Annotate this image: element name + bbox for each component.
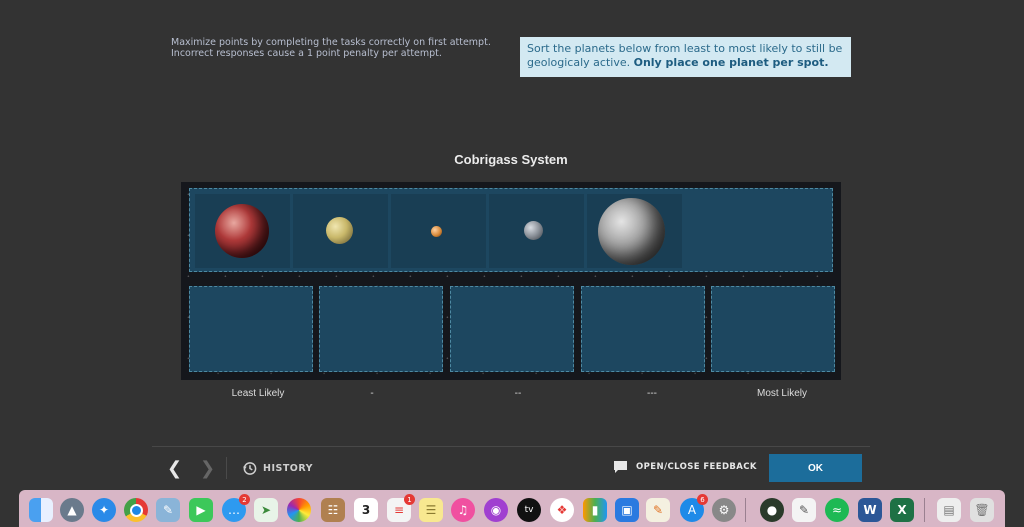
- game-app-icon[interactable]: ●: [760, 498, 784, 522]
- back-arrow-icon[interactable]: ❮: [167, 458, 182, 479]
- comment-icon: [614, 461, 627, 473]
- system-title: Cobrigass System: [454, 152, 568, 167]
- tv-label: tv: [524, 505, 534, 515]
- chrome-icon[interactable]: [124, 498, 148, 522]
- spotify-icon[interactable]: ≈: [825, 498, 849, 522]
- launchpad-icon[interactable]: ▲: [60, 498, 84, 522]
- safari-icon[interactable]: ✦: [92, 498, 116, 522]
- slot-label-4: ---: [647, 388, 657, 399]
- prompt-emphasis: Only place one planet per spot.: [633, 56, 829, 69]
- downloads-stack-icon[interactable]: ▤: [937, 498, 961, 522]
- ok-button[interactable]: OK: [769, 454, 862, 482]
- system-preferences-icon[interactable]: ⚙: [712, 498, 736, 522]
- calendar-icon[interactable]: 3: [354, 498, 378, 522]
- notes-icon[interactable]: ☰: [419, 498, 443, 522]
- app-store-icon[interactable]: A6: [680, 494, 708, 522]
- drop-slot-1[interactable]: [189, 286, 313, 372]
- messages-icon[interactable]: … 2: [222, 494, 250, 522]
- history-icon: [242, 462, 257, 475]
- instructions-line-1: Maximize points by completing the tasks …: [171, 37, 491, 48]
- instructions-text: Maximize points by completing the tasks …: [171, 37, 501, 59]
- nav-divider: [226, 457, 227, 479]
- reminders-badge: 1: [404, 494, 415, 505]
- instructions-line-2: Incorrect responses cause a 1 point pena…: [171, 48, 442, 59]
- textedit-icon[interactable]: ✎: [792, 498, 816, 522]
- photos-icon[interactable]: [287, 498, 311, 522]
- finder-icon[interactable]: [29, 498, 53, 522]
- drop-slot-4[interactable]: [581, 286, 705, 372]
- planet-grey-large[interactable]: [598, 198, 665, 265]
- slot-label-1: Least Likely: [231, 388, 285, 399]
- preview-icon[interactable]: ✎: [156, 498, 180, 522]
- keynote-icon[interactable]: ▣: [615, 498, 639, 522]
- numbers-icon[interactable]: ▮: [583, 498, 607, 522]
- messages-badge: 2: [239, 494, 250, 505]
- history-label: HISTORY: [263, 463, 314, 474]
- sorting-board: [181, 182, 841, 380]
- trash-icon[interactable]: 🗑: [970, 498, 994, 522]
- apple-tv-icon[interactable]: tv: [517, 498, 541, 522]
- footer-divider: [152, 446, 870, 447]
- appstore-badge: 6: [697, 494, 708, 505]
- dock-separator: [745, 498, 746, 522]
- podcasts-icon[interactable]: ◉: [484, 498, 508, 522]
- calendar-day: 3: [361, 503, 371, 517]
- drop-slot-3[interactable]: [450, 286, 574, 372]
- feedback-toggle-button[interactable]: OPEN/CLOSE FEEDBACK: [613, 460, 757, 474]
- drop-slot-5[interactable]: [711, 286, 835, 372]
- word-icon[interactable]: W: [858, 498, 882, 522]
- pages-icon[interactable]: ✎: [646, 498, 670, 522]
- contacts-icon[interactable]: ☷: [321, 498, 345, 522]
- planet-tray: [189, 188, 833, 272]
- drop-slot-2[interactable]: [319, 286, 443, 372]
- excel-icon[interactable]: X: [890, 498, 914, 522]
- slot-label-2: -: [370, 388, 374, 399]
- facetime-icon[interactable]: ▶: [189, 498, 213, 522]
- macos-dock: ▲ ✦ ✎ ▶ … 2 ➤ ☷ 3 ≡ 1 ☰ ♫ ◉ tv ❖ ▮ ▣ ✎ A6 …: [19, 490, 1005, 527]
- slot-label-5: Most Likely: [756, 388, 807, 399]
- history-button[interactable]: HISTORY: [242, 461, 313, 476]
- news-icon[interactable]: ❖: [550, 498, 574, 522]
- planet-yellow[interactable]: [326, 217, 353, 244]
- maps-icon[interactable]: ➤: [254, 498, 278, 522]
- dock-separator: [924, 498, 925, 522]
- forward-arrow-icon[interactable]: ❯: [200, 458, 215, 479]
- planet-grey-small[interactable]: [524, 221, 543, 240]
- task-prompt: Sort the planets below from least to mos…: [520, 37, 851, 77]
- feedback-label: OPEN/CLOSE FEEDBACK: [636, 462, 757, 472]
- music-icon[interactable]: ♫: [451, 498, 475, 522]
- reminders-icon[interactable]: ≡ 1: [387, 494, 415, 522]
- planet-orange-small[interactable]: [431, 226, 442, 237]
- slot-label-3: --: [514, 388, 522, 399]
- planet-red-banded[interactable]: [215, 204, 269, 258]
